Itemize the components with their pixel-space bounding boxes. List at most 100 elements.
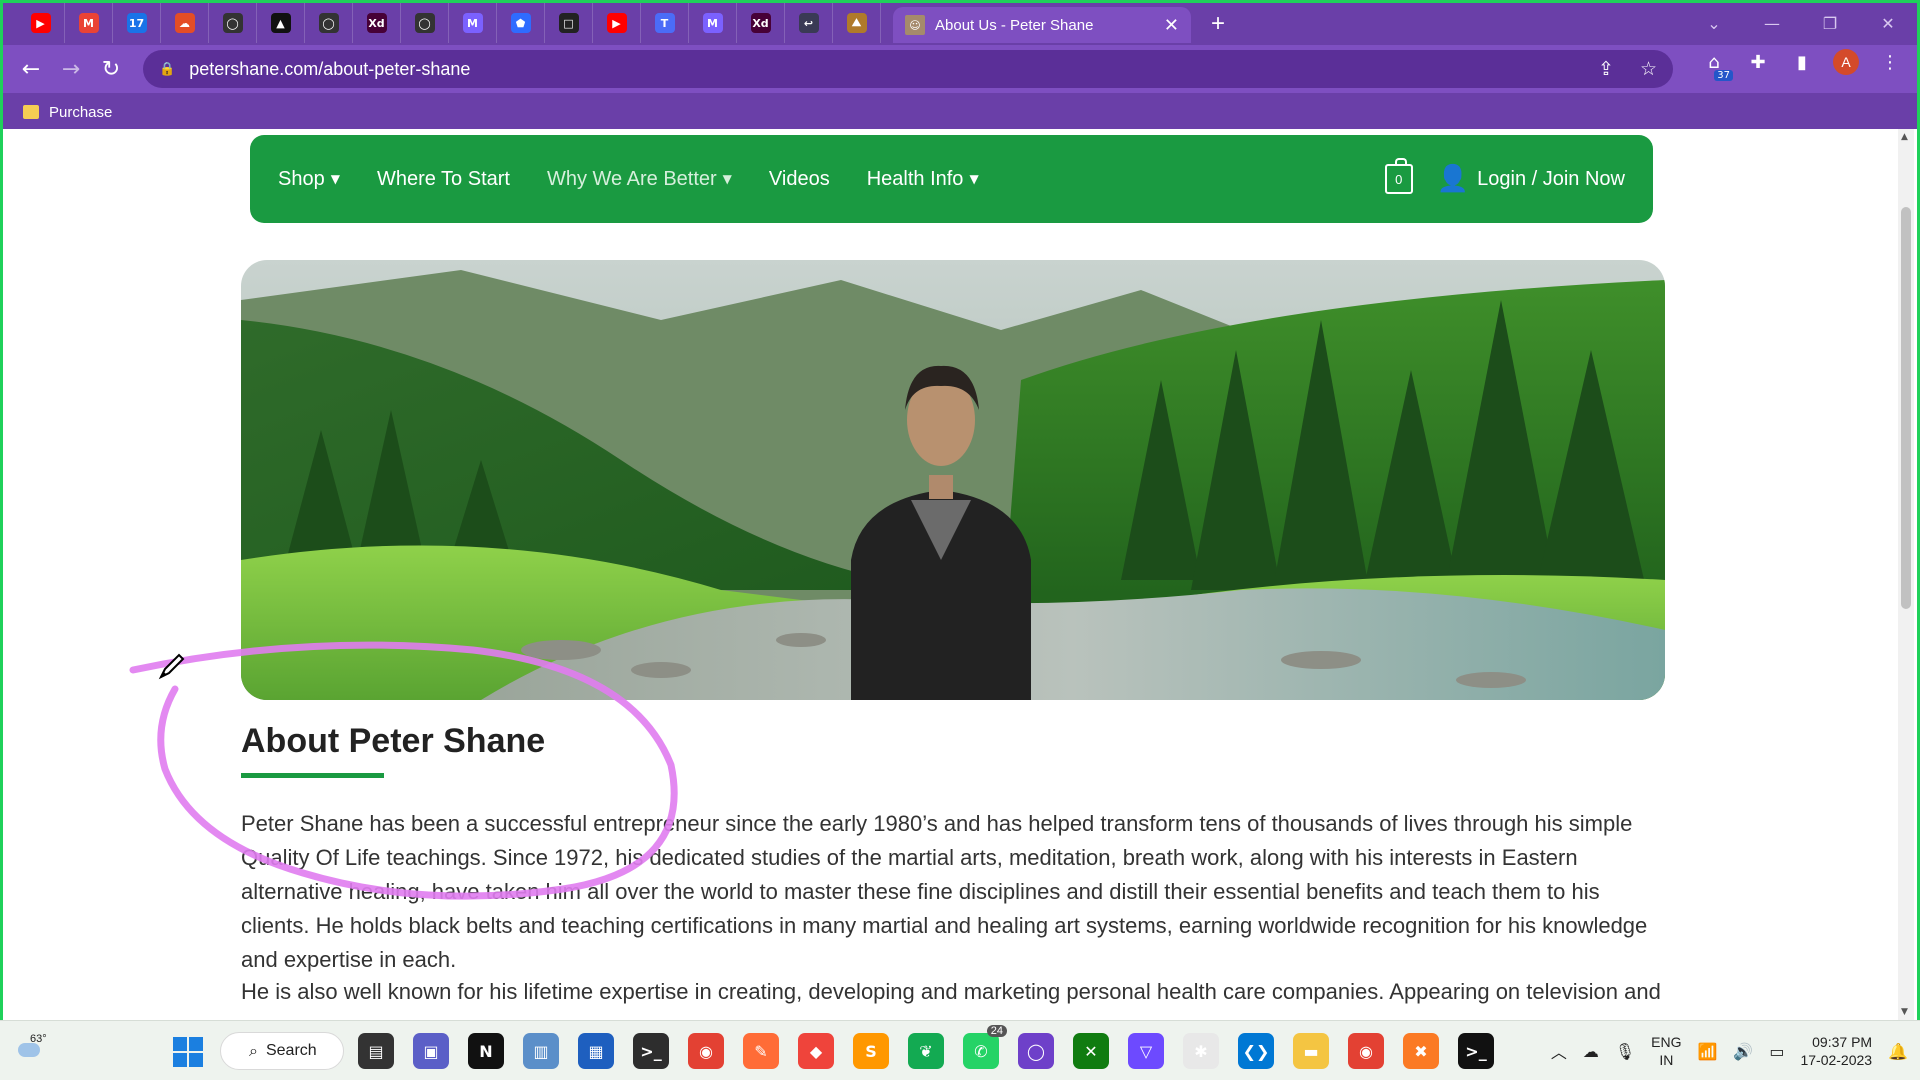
- taskbar-apps: ▤ ▣ N ▥ ▦ >_ ◉ ✎ ◆ S ❦ ✆ 24 ◯ ✕ ▽ ✱ ❮❯ ▬ ◉ ✖ >_: [358, 1025, 1494, 1069]
- taskbar-search[interactable]: ⌕ Search: [220, 1032, 344, 1070]
- cmd-icon[interactable]: >_: [1458, 1033, 1494, 1069]
- onedrive-icon[interactable]: ☁: [1583, 1042, 1599, 1061]
- nav-why-we-are-better[interactable]: Why We Are Better ▼: [547, 168, 732, 191]
- pinned-tab[interactable]: ☁: [161, 3, 209, 43]
- folder-icon[interactable]: ▬: [1293, 1033, 1329, 1069]
- page-viewport: Shop ▼ Where To Start Why We Are Better ▼ …: [0, 129, 1920, 1020]
- pinned-tab[interactable]: M: [449, 3, 497, 43]
- forward-button[interactable]: →: [51, 49, 91, 89]
- tab-search-icon[interactable]: ⌄: [1685, 3, 1743, 43]
- pinned-tab[interactable]: ▲: [257, 3, 305, 43]
- proton-vpn-icon[interactable]: ▽: [1128, 1033, 1164, 1069]
- lang-bottom: IN: [1659, 1052, 1674, 1068]
- pinned-tab[interactable]: □: [545, 3, 593, 43]
- scroll-thumb[interactable]: [1901, 207, 1911, 609]
- page-scrollbar[interactable]: ▲ ▼: [1898, 129, 1914, 1020]
- nav-where-to-start[interactable]: Where To Start: [377, 168, 510, 191]
- slack-icon[interactable]: ✱: [1183, 1033, 1219, 1069]
- folder-glyph: ▬: [1303, 1041, 1319, 1061]
- pinned-tab[interactable]: 17: [113, 3, 161, 43]
- terminal-glyph: >_: [640, 1041, 662, 1061]
- pinned-tab[interactable]: ▶: [17, 3, 65, 43]
- pinned-tab[interactable]: ↩: [785, 3, 833, 43]
- share-icon[interactable]: ⇪: [1598, 58, 1614, 81]
- mongodb-icon[interactable]: ❦: [908, 1033, 944, 1069]
- bookmark-star-icon[interactable]: ☆: [1640, 58, 1657, 81]
- back-button[interactable]: ←: [11, 49, 51, 89]
- xbox-icon[interactable]: ✕: [1073, 1033, 1109, 1069]
- anydesk-glyph: ◆: [809, 1041, 823, 1061]
- vscode-icon[interactable]: ❮❯: [1238, 1033, 1274, 1069]
- scroll-up-icon[interactable]: ▲: [1901, 132, 1908, 142]
- microphone-icon[interactable]: 🎙: [1615, 1042, 1635, 1061]
- notification-badge: 24: [986, 1025, 1007, 1037]
- adobe-xd-icon: Xd: [750, 13, 771, 33]
- whatsapp-icon[interactable]: ✆ 24: [963, 1025, 1007, 1069]
- extension-house-icon[interactable]: ⌂ 37: [1701, 49, 1733, 81]
- nav-health-info-label: Health Info: [866, 167, 964, 190]
- file-explorer-dark-icon[interactable]: ▤: [358, 1033, 394, 1069]
- search-icon: ⌕: [249, 1041, 258, 1060]
- pinned-tab[interactable]: M: [689, 3, 737, 43]
- side-panel-icon[interactable]: ▮: [1789, 49, 1815, 75]
- tab-about-us[interactable]: ☺ About Us - Peter Shane ✕: [893, 7, 1191, 43]
- sublime-icon[interactable]: S: [853, 1033, 889, 1069]
- calendar-icon: 17: [126, 13, 147, 33]
- mountain-app-icon: ⛰: [846, 13, 867, 33]
- new-tab-button[interactable]: +: [1203, 9, 1233, 39]
- xampp-icon[interactable]: ✖: [1403, 1033, 1439, 1069]
- search-label: Search: [265, 1042, 317, 1059]
- weather-widget[interactable]: 63°: [12, 1033, 52, 1069]
- nav-videos[interactable]: Videos: [769, 168, 830, 191]
- pinned-tab[interactable]: M: [65, 3, 113, 43]
- notification-bell-icon[interactable]: 🔔: [1888, 1042, 1908, 1061]
- notion-icon[interactable]: N: [468, 1033, 504, 1069]
- youtube-icon: ▶: [30, 13, 51, 33]
- pencil-cursor-icon: [158, 653, 185, 680]
- pinned-tab[interactable]: ◯: [305, 3, 353, 43]
- cart-button[interactable]: 0: [1384, 158, 1413, 194]
- login-label: Login / Join Now: [1477, 167, 1625, 190]
- bookmark-purchase[interactable]: Purchase: [49, 104, 112, 121]
- slack-glyph: ✱: [1194, 1041, 1208, 1061]
- pinned-tab[interactable]: ⬟: [497, 3, 545, 43]
- pinned-tab[interactable]: ◯: [401, 3, 449, 43]
- pinned-tab[interactable]: ◯: [209, 3, 257, 43]
- clock[interactable]: 09:37 PM 17-02-2023: [1800, 1033, 1872, 1069]
- tab-close-icon[interactable]: ✕: [1164, 15, 1179, 36]
- more-menu-icon[interactable]: ⋮: [1877, 49, 1903, 75]
- wifi-icon[interactable]: 📶: [1697, 1042, 1717, 1061]
- restore-button[interactable]: ❐: [1801, 3, 1859, 43]
- chrome-profile-icon[interactable]: ◉: [1348, 1033, 1384, 1069]
- address-bar[interactable]: 🔒 petershane.com/about-peter-shane ⇪ ☆: [143, 50, 1673, 88]
- nav-right-group: 0 👤 Login / Join Now: [1384, 158, 1625, 194]
- github-desktop-icon[interactable]: ◯: [1018, 1033, 1054, 1069]
- scroll-down-icon[interactable]: ▼: [1901, 1007, 1908, 1017]
- minimize-button[interactable]: —: [1743, 3, 1801, 43]
- postman-icon[interactable]: ✎: [743, 1033, 779, 1069]
- terminal-icon[interactable]: >_: [633, 1033, 669, 1069]
- chevron-up-icon[interactable]: ︿: [1551, 1039, 1567, 1063]
- teams-chat-icon[interactable]: ▣: [413, 1033, 449, 1069]
- login-join-link[interactable]: 👤 Login / Join Now: [1437, 164, 1625, 194]
- chrome-icon[interactable]: ◉: [688, 1033, 724, 1069]
- reload-button[interactable]: ↻: [91, 49, 131, 89]
- pinned-tab[interactable]: Xd: [353, 3, 401, 43]
- nav-health-info[interactable]: Health Info ▼: [867, 168, 979, 191]
- pinned-tab[interactable]: Xd: [737, 3, 785, 43]
- pinned-tab[interactable]: T: [641, 3, 689, 43]
- profile-avatar[interactable]: A: [1833, 49, 1859, 75]
- battery-icon[interactable]: ▭: [1769, 1042, 1784, 1061]
- extensions-puzzle-icon[interactable]: ✚: [1745, 49, 1771, 75]
- volume-icon[interactable]: 🔊: [1733, 1042, 1753, 1061]
- pinned-tab[interactable]: ⛰: [833, 3, 881, 43]
- pinned-tab[interactable]: ▶: [593, 3, 641, 43]
- close-window-button[interactable]: ✕: [1859, 3, 1917, 43]
- anydesk-icon[interactable]: ◆: [798, 1033, 834, 1069]
- nav-shop[interactable]: Shop ▼: [278, 168, 340, 191]
- store-icon[interactable]: ▦: [578, 1033, 614, 1069]
- start-button[interactable]: [173, 1037, 203, 1067]
- language-indicator[interactable]: ENG IN: [1651, 1033, 1681, 1069]
- monitor-app-icon[interactable]: ▥: [523, 1033, 559, 1069]
- chevron-down-icon: ▼: [330, 172, 340, 186]
